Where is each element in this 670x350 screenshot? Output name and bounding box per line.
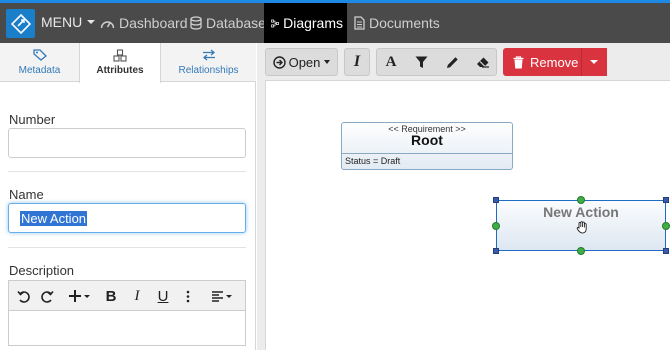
resize-handle-w[interactable] <box>492 222 500 230</box>
redo-button[interactable] <box>38 285 56 307</box>
tab-metadata-label: Metadata <box>18 65 61 76</box>
open-button-label: Open <box>288 54 321 70</box>
database-icon <box>190 16 202 30</box>
italic-icon: I <box>353 53 361 70</box>
nav-item-database[interactable]: Database <box>186 3 270 43</box>
requirement-node[interactable]: << Requirement >> Root Status = Draft <box>341 122 513 170</box>
undo-icon <box>16 290 30 303</box>
exchange-icon <box>202 49 215 61</box>
nav-label-documents: Documents <box>369 15 440 31</box>
font-button[interactable]: A <box>377 49 405 75</box>
more-vertical-icon <box>186 290 190 302</box>
properties-panel: Metadata Attributes Relationships Number… <box>0 43 256 350</box>
format-button-group: A <box>376 48 497 76</box>
requirement-status: Status = Draft <box>345 156 401 166</box>
name-input[interactable]: New Action <box>8 203 246 233</box>
redo-icon <box>40 290 54 303</box>
insert-dropdown-button[interactable] <box>65 285 93 307</box>
resize-handle-ne[interactable] <box>663 197 669 203</box>
divider <box>8 171 246 172</box>
align-left-icon <box>211 290 223 302</box>
tab-relationships-label: Relationships <box>178 65 239 76</box>
diagram-canvas[interactable]: << Requirement >> Root Status = Draft Ne… <box>265 80 670 350</box>
italic-button[interactable]: I <box>129 285 145 307</box>
hand-cursor-icon <box>576 221 587 234</box>
description-label: Description <box>9 263 75 278</box>
italic-icon: I <box>134 287 140 304</box>
plus-icon <box>69 290 81 302</box>
cubes-icon <box>113 49 127 62</box>
arrow-circle-right-icon <box>272 55 286 69</box>
eraser-button[interactable] <box>469 49 497 75</box>
undo-button[interactable] <box>14 285 32 307</box>
remove-dropdown-button[interactable] <box>581 48 605 76</box>
eraser-icon <box>477 57 489 68</box>
font-icon: A <box>385 53 397 70</box>
underline-icon: U <box>157 287 169 305</box>
document-icon <box>354 16 365 30</box>
diagram-toolbar: Open I A Remove <box>257 43 670 80</box>
chevron-down-icon <box>84 294 90 298</box>
chevron-down-icon <box>87 20 96 24</box>
tag-icon <box>32 49 47 61</box>
pencil-icon <box>446 56 458 68</box>
italic-text-button[interactable]: I <box>344 48 370 76</box>
rich-text-toolbar: B I U <box>8 280 246 310</box>
filter-button[interactable] <box>407 49 435 75</box>
remove-button-label: Remove <box>530 54 579 70</box>
tab-metadata[interactable]: Metadata <box>0 43 79 82</box>
resize-handle-e[interactable] <box>662 222 670 230</box>
resize-handle-n[interactable] <box>577 196 585 204</box>
action-name: New Action <box>543 204 619 220</box>
number-input[interactable] <box>8 128 246 158</box>
chevron-down-icon <box>324 60 331 64</box>
nav-item-documents[interactable]: Documents <box>350 3 444 43</box>
resize-handle-sw[interactable] <box>493 248 499 254</box>
filter-icon <box>415 56 427 68</box>
properties-tabs: Metadata Attributes Relationships <box>0 43 256 83</box>
nav-item-dashboard[interactable]: Dashboard <box>96 3 192 43</box>
name-label: Name <box>9 187 44 202</box>
requirement-name: Root <box>411 132 443 148</box>
menu-button[interactable]: MENU <box>41 14 96 30</box>
nav-label-database: Database <box>206 15 266 31</box>
bold-icon: B <box>105 287 117 305</box>
nav-item-diagrams[interactable]: Diagrams <box>264 3 347 43</box>
top-navbar: MENU Dashboard Database Diagrams Documen… <box>0 0 670 43</box>
chevron-down-icon <box>589 60 598 64</box>
trash-icon <box>513 55 524 68</box>
divider <box>8 247 246 248</box>
app-logo-icon[interactable] <box>6 9 35 38</box>
diagrams-icon <box>271 19 279 27</box>
dashboard-icon <box>100 20 115 28</box>
chevron-down-icon <box>225 294 232 298</box>
description-editor[interactable] <box>8 310 246 346</box>
action-node[interactable]: New Action <box>496 200 666 251</box>
underline-button[interactable]: U <box>155 285 171 307</box>
tab-attributes[interactable]: Attributes <box>79 43 161 83</box>
number-label: Number <box>9 112 56 127</box>
more-button[interactable] <box>183 285 193 307</box>
tab-attributes-label: Attributes <box>96 65 144 76</box>
nav-label-dashboard: Dashboard <box>119 15 188 31</box>
divider <box>342 153 512 154</box>
nav-label-diagrams: Diagrams <box>283 15 343 31</box>
open-button[interactable]: Open <box>265 48 338 76</box>
diagram-panel: Open I A Remove << Requirement >> Root S… <box>257 43 670 350</box>
align-dropdown-button[interactable] <box>207 285 235 307</box>
resize-handle-se[interactable] <box>663 248 669 254</box>
resize-handle-s[interactable] <box>577 247 585 255</box>
menu-label: MENU <box>41 14 83 30</box>
name-input-value: New Action <box>20 211 88 226</box>
bold-button[interactable]: B <box>103 285 119 307</box>
pencil-button[interactable] <box>438 49 466 75</box>
tab-relationships[interactable]: Relationships <box>161 43 256 82</box>
resize-handle-nw[interactable] <box>493 197 499 203</box>
